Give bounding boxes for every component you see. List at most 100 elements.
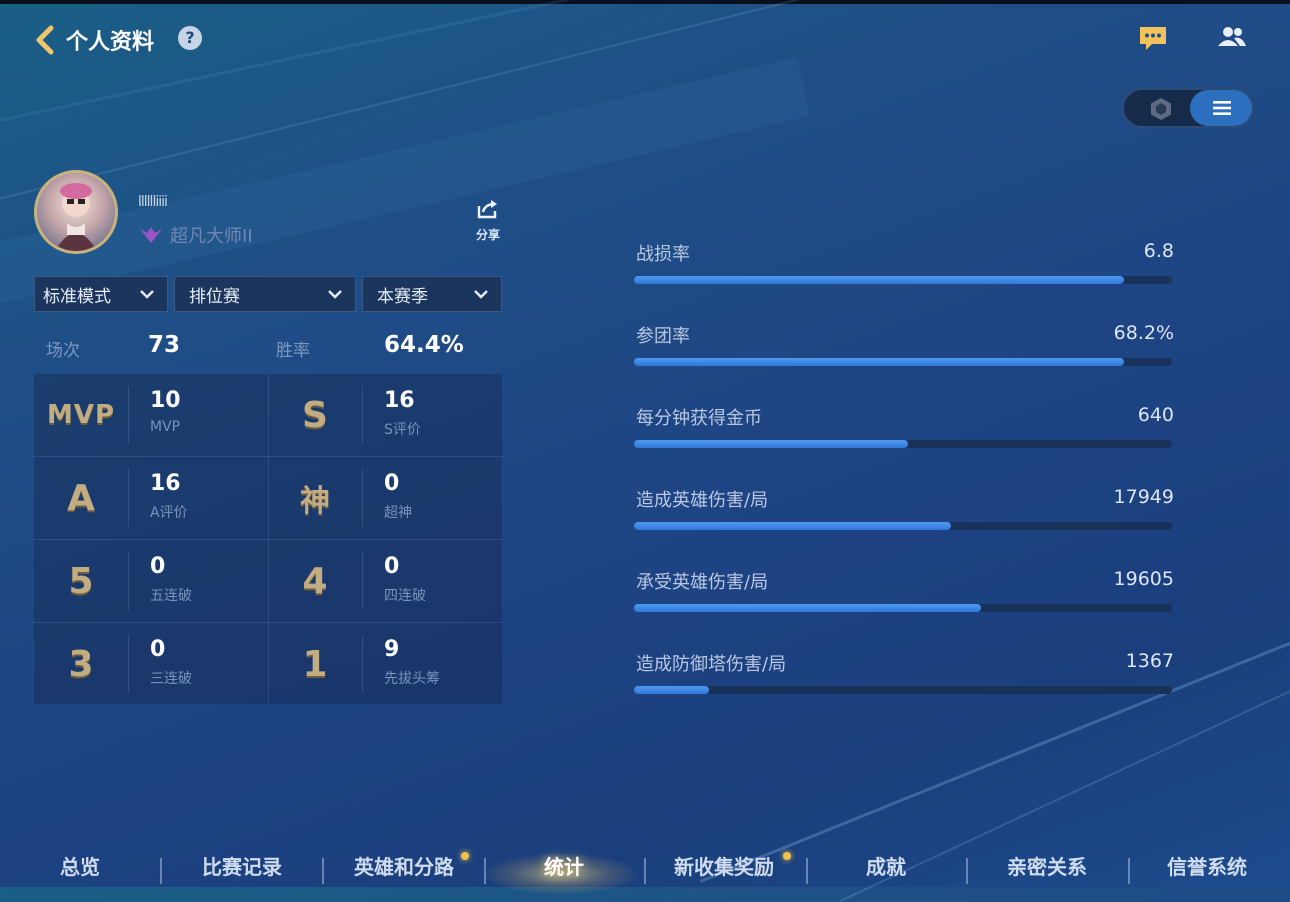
metric-value: 17949 <box>1113 486 1174 508</box>
stat-value: 9 <box>384 637 400 662</box>
winrate-label: 胜率 <box>276 341 310 361</box>
match-type-dropdown[interactable]: 排位赛 <box>174 276 356 312</box>
tab-achievements[interactable]: 成就 <box>826 848 946 887</box>
metric-label: 参团率 <box>636 326 690 347</box>
chevron-down-icon <box>474 290 488 299</box>
tab-heroes-lanes[interactable]: 英雄和分路 <box>334 848 474 887</box>
cell-divider <box>362 469 363 527</box>
chat-bubble-icon[interactable] <box>1138 24 1168 52</box>
metric-track <box>634 686 1172 694</box>
tab-separator <box>806 858 808 884</box>
page-title: 个人资料 <box>66 30 155 55</box>
season-dropdown[interactable]: 本赛季 <box>362 276 502 312</box>
metric-label: 每分钟获得金币 <box>636 408 762 429</box>
cell-divider <box>362 552 363 610</box>
tab-overview[interactable]: 总览 <box>20 848 140 887</box>
tab-separator <box>484 858 486 884</box>
match-type-value: 排位赛 <box>189 286 240 307</box>
back-button[interactable]: 个人资料 <box>34 24 154 56</box>
question-circle-icon[interactable]: ? <box>178 26 202 50</box>
mode-dropdown[interactable]: 标准模式 <box>34 276 168 312</box>
notification-dot <box>783 852 791 860</box>
stat-cell-a: A 16 A评价 <box>34 457 268 539</box>
stat-cell-s: S 16 S评价 <box>268 374 502 456</box>
list-icon[interactable] <box>1190 90 1252 126</box>
metric-fill <box>634 276 1124 284</box>
chevron-left-icon <box>36 25 54 55</box>
stat-cell-godlike: 神 0 超神 <box>268 457 502 539</box>
stat-value: 0 <box>384 471 400 496</box>
mode-value: 标准模式 <box>43 286 111 307</box>
tab-credit-system[interactable]: 信誉系统 <box>1142 848 1272 887</box>
stat-label: MVP <box>150 419 181 435</box>
metric-track <box>634 358 1172 366</box>
games-value: 73 <box>148 332 181 358</box>
tab-statistics[interactable]: 统计 <box>500 848 628 887</box>
cell-divider <box>128 469 129 527</box>
stat-value: 16 <box>384 388 415 413</box>
godlike-badge: 神 <box>300 484 330 519</box>
stat-cell-mvp: MVP 10 MVP <box>34 374 268 456</box>
first-blood-badge: 1 <box>302 643 328 685</box>
tab-relationships[interactable]: 亲密关系 <box>982 848 1112 887</box>
metric-row: 造成防御塔伤害/局 1367 <box>634 650 1174 710</box>
stat-label: 五连破 <box>150 588 192 604</box>
metric-value: 19605 <box>1113 568 1174 590</box>
stat-label: 三连破 <box>150 671 192 687</box>
metric-row: 每分钟获得金币 640 <box>634 404 1174 464</box>
view-toggle[interactable] <box>1122 88 1254 128</box>
tab-separator <box>322 858 324 884</box>
metric-track <box>634 522 1172 530</box>
share-icon <box>477 200 497 219</box>
metric-label: 造成防御塔伤害/局 <box>636 654 787 675</box>
chevron-down-icon <box>140 290 154 299</box>
stat-label: 四连破 <box>384 588 426 604</box>
stat-value: 0 <box>150 637 166 662</box>
metric-row: 造成英雄伤害/局 17949 <box>634 486 1174 546</box>
tab-separator <box>644 858 646 884</box>
stat-label: A评价 <box>150 505 188 521</box>
stat-label: S评价 <box>384 422 421 438</box>
metric-fill <box>634 440 909 448</box>
tab-separator <box>966 858 968 884</box>
stat-label: 先拔头筹 <box>384 671 440 687</box>
friends-icon[interactable] <box>1216 24 1248 50</box>
quadra-badge: 4 <box>302 560 328 602</box>
tab-separator <box>160 858 162 884</box>
metric-value: 1367 <box>1125 650 1174 672</box>
cell-divider <box>128 552 129 610</box>
metric-row: 战损率 6.8 <box>634 240 1174 300</box>
bg-streak <box>0 0 977 143</box>
metric-fill <box>634 522 952 530</box>
season-value: 本赛季 <box>377 286 428 307</box>
stat-cell-penta: 5 0 五连破 <box>34 540 268 622</box>
stat-cell-quadra: 4 0 四连破 <box>268 540 502 622</box>
tab-separator <box>1128 858 1130 884</box>
metric-value: 6.8 <box>1143 240 1174 262</box>
stat-cell-first-blood: 1 9 先拔头筹 <box>268 623 502 705</box>
stat-value: 0 <box>150 554 166 579</box>
tab-match-history[interactable]: 比赛记录 <box>172 848 312 887</box>
hexagon-icon[interactable] <box>1136 94 1186 124</box>
cell-divider <box>128 386 129 444</box>
stat-cell-triple: 3 0 三连破 <box>34 623 268 705</box>
metric-row: 承受英雄伤害/局 19605 <box>634 568 1174 628</box>
stat-value: 10 <box>150 388 181 413</box>
metric-label: 造成英雄伤害/局 <box>636 490 769 511</box>
avatar[interactable] <box>34 170 118 254</box>
rank-wings-icon <box>140 227 162 243</box>
avatar-image <box>55 183 97 251</box>
stat-label: 超神 <box>384 505 412 521</box>
metric-track <box>634 604 1172 612</box>
metric-label: 战损率 <box>636 244 690 265</box>
notification-dot <box>461 852 469 860</box>
rank: 超凡大师II <box>138 222 253 248</box>
metric-value: 640 <box>1137 404 1174 426</box>
share-button[interactable]: 分享 <box>466 198 510 243</box>
cell-divider <box>362 386 363 444</box>
triple-badge: 3 <box>68 643 94 685</box>
metric-fill <box>634 604 981 612</box>
summary-row: 场次 73 胜率 64.4% <box>34 328 502 366</box>
stats-grid: MVP 10 MVP S 16 S评价 A 16 A评价 神 0 超神 5 0 … <box>34 374 502 704</box>
tab-new-rewards[interactable]: 新收集奖励 <box>654 848 794 887</box>
